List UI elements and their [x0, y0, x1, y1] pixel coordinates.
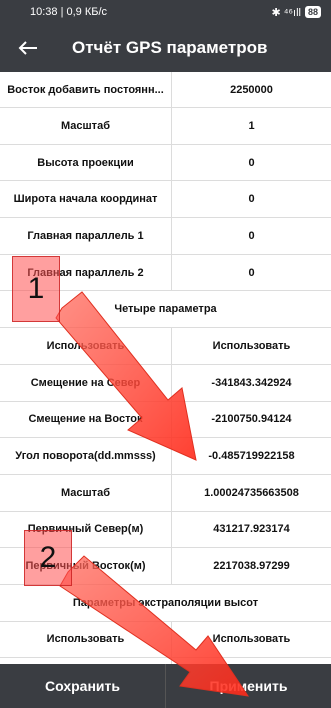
app-bar: Отчёт GPS параметров: [0, 24, 331, 72]
row-value: -0.485719922158: [208, 450, 295, 463]
row-value: 0: [248, 193, 255, 206]
row-label: Высота проекции: [0, 144, 172, 181]
row-value: 1.00024735663508: [204, 486, 299, 499]
status-icons: ✱ ⁴⁶ıll 88: [271, 6, 321, 19]
annotation-marker-2: 2: [24, 530, 72, 586]
row-value: 2217038.97299: [213, 560, 290, 573]
row-value: Использовать: [212, 339, 291, 352]
section-header-row: Параметры экстраполяции высот: [0, 585, 331, 622]
row-value: 0: [248, 266, 255, 279]
table-row: Восток добавить постоянн... 2250000: [0, 72, 331, 108]
table-row: Смещение на Север -341843.342924: [0, 364, 331, 402]
signal-icon: ✱ ⁴⁶ıll: [271, 6, 301, 19]
back-arrow-svg: [18, 41, 37, 55]
back-arrow-icon[interactable]: [8, 24, 48, 72]
section-header-label: Параметры экстраполяции высот: [72, 596, 259, 609]
row-label: Восток добавить постоянн...: [0, 72, 172, 107]
row-label: Масштаб: [0, 474, 172, 511]
row-value: 1: [248, 119, 255, 132]
row-label: Смещение на Восток: [0, 401, 172, 438]
row-value: 431217.923174: [213, 523, 290, 536]
row-value: 0: [248, 156, 255, 169]
status-bar: 10:38 | 0,9 КБ/с ✱ ⁴⁶ıll 88: [0, 0, 331, 24]
page-title: Отчёт GPS параметров: [72, 38, 268, 57]
table-row: Использовать Использовать: [0, 621, 331, 659]
annotation-marker-1: 1: [12, 256, 60, 322]
table-row: Широта начала координат 0: [0, 181, 331, 219]
table-row: Главная параллель 1 0: [0, 218, 331, 255]
battery-icon: 88: [304, 6, 321, 18]
row-value: -2100750.94124: [211, 413, 292, 426]
row-value: 2250000: [230, 83, 273, 96]
apply-button[interactable]: Применить: [166, 664, 331, 708]
row-value: Использовать: [212, 633, 291, 646]
table-row: Использовать Использовать: [0, 328, 331, 365]
row-label: Смещение на Север: [0, 364, 172, 401]
status-time-speed: 10:38 | 0,9 КБ/с: [30, 6, 108, 18]
row-label: Широта начала координат: [0, 181, 172, 218]
bottom-bar: Сохранить Применить: [0, 664, 331, 708]
table-row: Высота проекции 0: [0, 144, 331, 182]
table-row: Угол поворота(dd.mmsss) -0.485719922158: [0, 438, 331, 475]
row-label: Главная параллель 1: [0, 218, 172, 254]
table-row: Масштаб 1.00024735663508: [0, 474, 331, 512]
table-row: Смещение на Восток -2100750.94124: [0, 401, 331, 439]
row-label: Масштаб: [0, 108, 172, 144]
row-label: Использовать: [0, 621, 172, 658]
row-value: 0: [248, 229, 255, 242]
row-value: -341843.342924: [211, 376, 292, 389]
row-label: Угол поворота(dd.mmsss): [0, 438, 172, 474]
table-row: Масштаб 1: [0, 108, 331, 145]
save-button[interactable]: Сохранить: [0, 664, 166, 708]
row-label: Использовать: [0, 328, 172, 364]
